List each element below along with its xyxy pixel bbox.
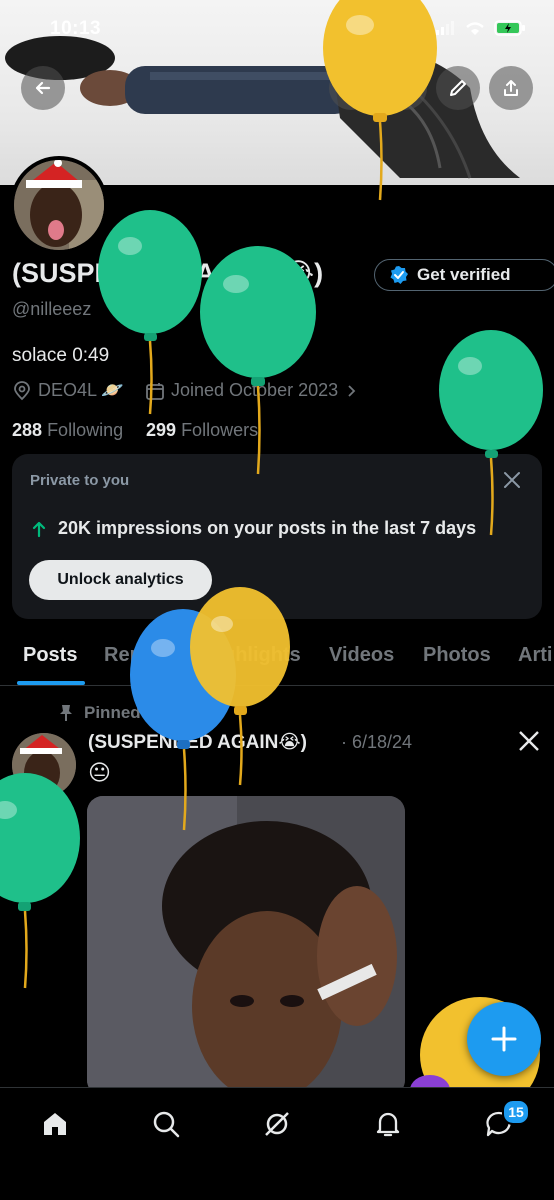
grok-icon	[265, 1112, 289, 1136]
messages-badge: 15	[502, 1099, 530, 1125]
search-button[interactable]	[383, 66, 427, 110]
avatar-image	[14, 160, 104, 250]
nav-notifications[interactable]	[372, 1108, 404, 1140]
close-icon[interactable]	[502, 470, 522, 490]
share-icon	[504, 80, 518, 96]
post-text: 😐	[88, 760, 111, 785]
share-button[interactable]	[489, 66, 533, 110]
pin-icon	[60, 705, 72, 721]
status-time: 10:13	[50, 18, 102, 39]
active-tab-indicator	[17, 681, 85, 685]
x-logo-icon	[519, 731, 539, 751]
bell-icon	[376, 1112, 400, 1137]
signal-icon	[436, 21, 454, 35]
profile-name: (SUSPENDED AGAIN😭)	[12, 258, 324, 288]
bottom-nav	[0, 1087, 554, 1200]
profile-joined[interactable]: Joined October 2023	[145, 380, 358, 401]
verified-badge-icon	[390, 266, 408, 284]
edit-button[interactable]	[436, 66, 480, 110]
followers-label: Followers	[181, 420, 259, 440]
get-verified-label: Get verified	[417, 265, 511, 284]
get-verified-button[interactable]: Get verified	[374, 259, 554, 291]
location-text: DEO4L 🪐	[38, 380, 124, 400]
home-icon	[44, 1113, 66, 1135]
profile-handle: @nilleeez	[12, 299, 92, 319]
wifi-icon	[466, 22, 484, 35]
nav-grok[interactable]	[261, 1108, 293, 1140]
pencil-icon	[450, 80, 466, 96]
profile-bio: solace 0:49	[12, 345, 110, 366]
post-media[interactable]	[87, 796, 405, 1096]
post-avatar-image	[12, 733, 76, 797]
followers-link[interactable]: 299 Followers	[146, 420, 258, 441]
following-link[interactable]: 288 Following	[12, 420, 123, 441]
card-private-label: Private to you	[30, 472, 130, 489]
post-photo	[87, 796, 405, 1096]
joined-text: Joined October 2023	[171, 380, 339, 400]
pinned-indicator: Pinned	[58, 703, 141, 723]
analytics-card: Private to you 20K impressions on your p…	[12, 454, 542, 619]
grok-icon	[343, 80, 359, 96]
compose-button[interactable]	[467, 1002, 541, 1076]
followers-count: 299	[146, 420, 177, 440]
profile-avatar[interactable]	[10, 156, 108, 254]
tab-replies[interactable]: Replies	[104, 644, 175, 667]
status-icons	[436, 20, 526, 36]
post-date: · 6/18/24	[341, 732, 413, 752]
arrow-up-icon	[32, 521, 46, 537]
location-pin-icon	[14, 380, 30, 400]
battery-icon	[494, 20, 525, 36]
tab-posts[interactable]: Posts	[23, 644, 77, 667]
impressions-stat: 20K impressions on your posts in the las…	[30, 518, 476, 539]
nav-search[interactable]	[150, 1108, 182, 1140]
tab-videos[interactable]: Videos	[329, 644, 394, 667]
profile-location: DEO4L 🪐	[12, 380, 124, 401]
nav-home[interactable]	[39, 1108, 71, 1140]
unlock-analytics-button[interactable]: Unlock analytics	[29, 560, 212, 600]
post-author[interactable]: (SUSPENDED AGAIN😭)	[88, 731, 307, 754]
back-button[interactable]	[21, 66, 65, 110]
chevron-right-icon	[348, 384, 356, 397]
plus-icon	[491, 1026, 517, 1052]
pinned-label: Pinned	[84, 703, 141, 722]
arrow-left-icon	[35, 81, 51, 95]
grok-button[interactable]	[329, 66, 373, 110]
following-label: Following	[47, 420, 124, 440]
calendar-icon	[146, 382, 164, 400]
tab-highlights[interactable]: Highlights	[203, 644, 301, 667]
search-icon	[396, 79, 414, 97]
search-icon	[153, 1111, 180, 1138]
following-count: 288	[12, 420, 43, 440]
tab-photos[interactable]: Photos	[423, 644, 491, 667]
balloon-green-4	[0, 773, 80, 989]
impressions-text: 20K impressions on your posts in the las…	[58, 518, 477, 538]
post-avatar[interactable]	[12, 733, 76, 797]
tab-articles[interactable]: Arti	[518, 644, 552, 667]
